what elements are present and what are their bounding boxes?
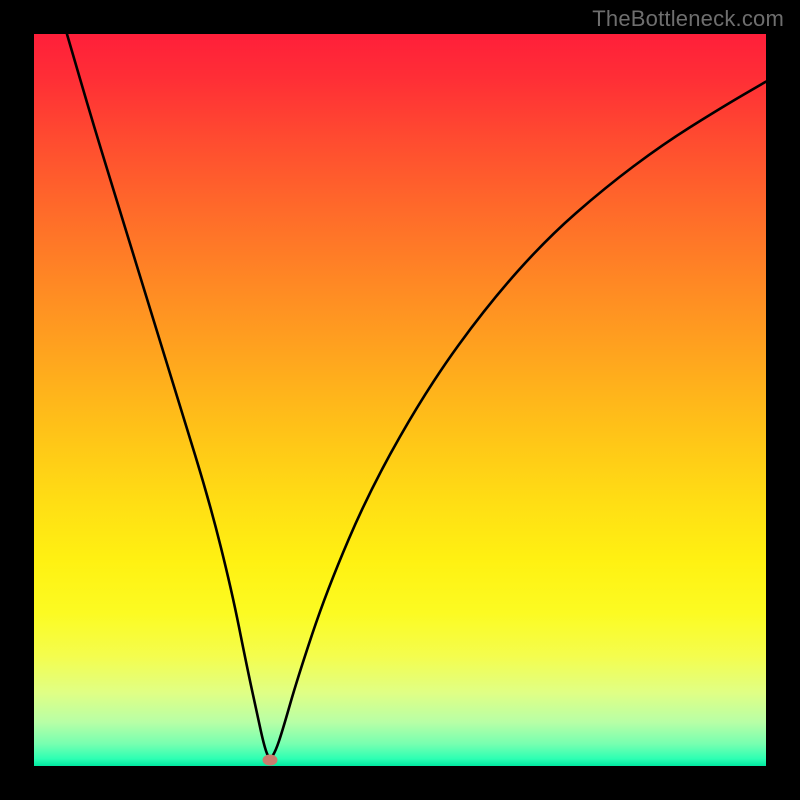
bottleneck-curve-path — [67, 34, 766, 758]
bottleneck-curve — [34, 34, 766, 766]
watermark-text: TheBottleneck.com — [592, 6, 784, 32]
chart-plot-area — [34, 34, 766, 766]
bottleneck-point-marker — [262, 755, 277, 766]
chart-frame: TheBottleneck.com — [0, 0, 800, 800]
